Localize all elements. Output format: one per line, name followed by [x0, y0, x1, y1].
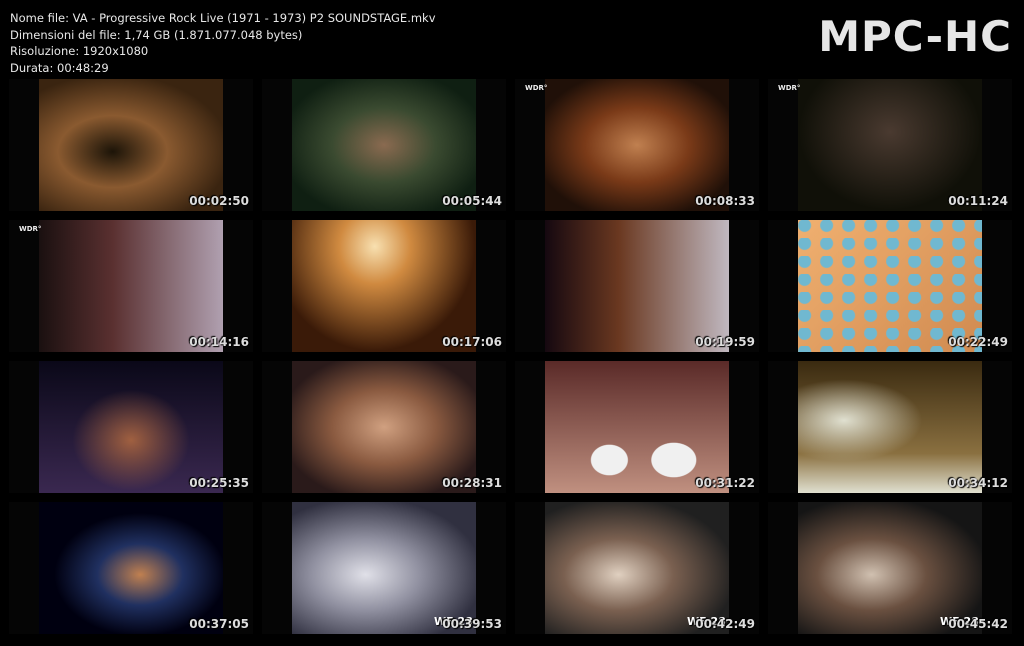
thumbnail: 00:31:22	[515, 361, 759, 493]
thumbnail: 00:28:31	[262, 361, 506, 493]
timestamp-label: 00:02:50	[189, 194, 249, 208]
thumbnail-frame-image	[798, 361, 982, 493]
thumbnail-frame-image	[545, 361, 729, 493]
timestamp-label: 00:11:24	[948, 194, 1008, 208]
thumbnail: WF 28 00:45:42	[768, 502, 1012, 634]
timestamp-label: 00:45:42	[948, 617, 1008, 631]
wdr-logo-badge: WDR°	[778, 84, 801, 92]
thumbnail: WDR° 00:08:33	[515, 79, 759, 211]
thumbnail: 00:22:49	[768, 220, 1012, 352]
thumbnail: 00:25:35	[9, 361, 253, 493]
thumbnail-frame-image	[798, 79, 982, 211]
timestamp-label: 00:17:06	[442, 335, 502, 349]
timestamp-label: 00:31:22	[695, 476, 755, 490]
thumbnail-frame-image	[292, 361, 476, 493]
timestamp-label: 00:22:49	[948, 335, 1008, 349]
timestamp-label: 00:08:33	[695, 194, 755, 208]
thumbnail-frame-image	[798, 220, 982, 352]
thumbnail: WF 28 00:39:53	[262, 502, 506, 634]
thumbnail: 00:37:05	[9, 502, 253, 634]
thumbnail: 00:19:59	[515, 220, 759, 352]
thumbnail: 00:02:50	[9, 79, 253, 211]
timestamp-label: 00:05:44	[442, 194, 502, 208]
thumbnail-grid: 00:02:50 00:05:44 WDR° 00:08:33 WDR° 00:11:24…	[0, 0, 1024, 646]
thumbnail-frame-image	[292, 220, 476, 352]
thumbnail-frame-image	[39, 79, 223, 211]
thumbnail-frame-image	[292, 79, 476, 211]
thumbnail-frame-image	[39, 502, 223, 634]
thumbnail: WF 28 00:42:49	[515, 502, 759, 634]
thumbnail-frame-image	[39, 220, 223, 352]
thumbnail-frame-image	[545, 220, 729, 352]
thumbnail: WDR° 00:11:24	[768, 79, 1012, 211]
thumbnail: 00:05:44	[262, 79, 506, 211]
thumbnail: 00:34:12	[768, 361, 1012, 493]
timestamp-label: 00:19:59	[695, 335, 755, 349]
timestamp-label: 00:28:31	[442, 476, 502, 490]
timestamp-label: 00:42:49	[695, 617, 755, 631]
thumbnail: 00:17:06	[262, 220, 506, 352]
thumbnail: WDR° 00:14:16	[9, 220, 253, 352]
thumbnail-frame-image	[545, 79, 729, 211]
wdr-logo-badge: WDR°	[19, 225, 42, 233]
timestamp-label: 00:37:05	[189, 617, 249, 631]
timestamp-label: 00:14:16	[189, 335, 249, 349]
timestamp-label: 00:39:53	[442, 617, 502, 631]
wdr-logo-badge: WDR°	[525, 84, 548, 92]
timestamp-label: 00:25:35	[189, 476, 249, 490]
thumbnail-frame-image	[39, 361, 223, 493]
timestamp-label: 00:34:12	[948, 476, 1008, 490]
